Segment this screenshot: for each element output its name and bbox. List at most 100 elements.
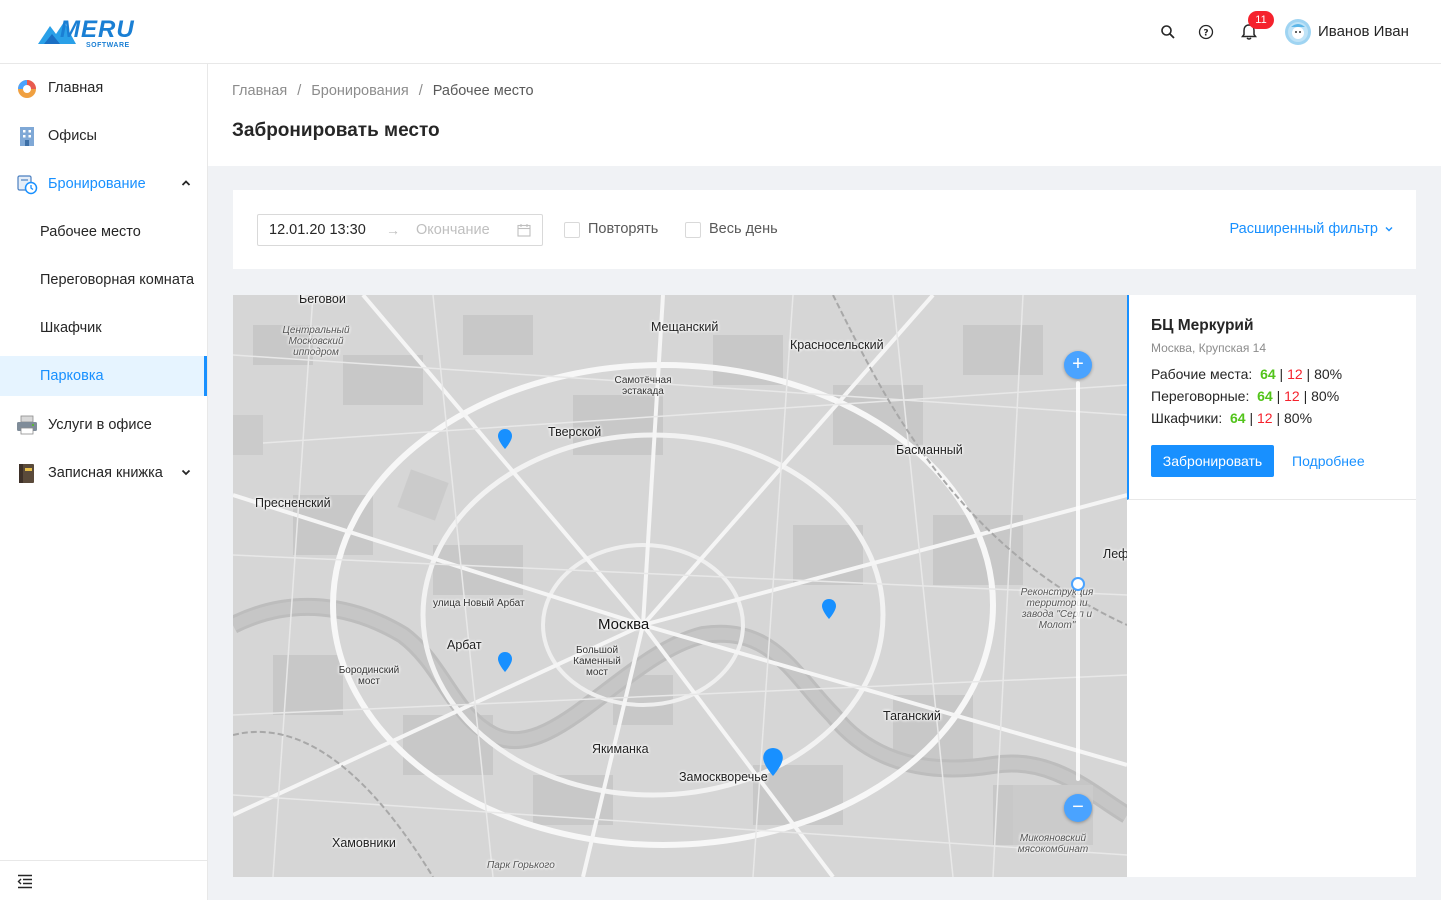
map-label-zamoskvorechye: Замоскворечье bbox=[679, 770, 768, 784]
sidebar-item-offices[interactable]: Офисы bbox=[0, 112, 207, 160]
map-label-khamovniki: Хамовники bbox=[332, 836, 396, 850]
breadcrumb-separator: / bbox=[297, 83, 302, 99]
sidebar-item-label: Бронирование bbox=[48, 176, 146, 192]
breadcrumb-current: Рабочее место bbox=[432, 83, 534, 99]
notebook-icon bbox=[19, 464, 34, 483]
stat-busy: 12 bbox=[1287, 366, 1303, 382]
stat-free: 64 bbox=[1260, 366, 1276, 382]
map-view[interactable]: Беговой Центральный Московский ипподром … bbox=[233, 295, 1127, 877]
repeat-checkbox[interactable] bbox=[564, 222, 580, 238]
map-label-moscow: Москва bbox=[598, 616, 650, 633]
map-pin-icon[interactable] bbox=[498, 652, 512, 672]
map-label-bolshoy-kamenny: Большой Каменный мост bbox=[573, 645, 621, 678]
details-link[interactable]: Подробнее bbox=[1292, 453, 1365, 469]
map-label-tagansky: Таганский bbox=[883, 709, 941, 723]
sidebar-subitem-label: Парковка bbox=[40, 368, 104, 384]
stat-label: Переговорные bbox=[1151, 388, 1246, 404]
zoom-slider-handle[interactable] bbox=[1071, 577, 1085, 591]
map-label-arbat: Арбат bbox=[447, 638, 482, 652]
sidebar-subitem-meeting-room[interactable]: Переговорная комната bbox=[0, 260, 207, 300]
breadcrumb: Главная / Бронирования / Рабочее место bbox=[232, 83, 534, 99]
stat-percent: 80% bbox=[1311, 388, 1340, 404]
avatar[interactable] bbox=[1285, 19, 1311, 45]
search-icon[interactable] bbox=[1158, 22, 1178, 42]
stat-free: 64 bbox=[1230, 410, 1246, 426]
sidebar-subitem-parking[interactable]: Парковка bbox=[0, 356, 207, 396]
logo-text: MERU bbox=[60, 16, 135, 43]
advanced-filter-label: Расширенный фильтр bbox=[1229, 221, 1378, 237]
stat-busy: 12 bbox=[1257, 410, 1273, 426]
map-pin-icon[interactable] bbox=[822, 599, 836, 619]
sidebar-footer bbox=[0, 860, 207, 900]
sidebar: Главная Офисы Бронирование Рабочее место… bbox=[0, 64, 208, 900]
sidebar-item-booking[interactable]: Бронирование bbox=[0, 160, 207, 208]
chevron-down-icon bbox=[181, 469, 191, 476]
map-label-tverskoy: Тверской bbox=[548, 425, 602, 439]
sidebar-subitem-label: Шкафчик bbox=[40, 320, 102, 336]
dashboard-icon bbox=[18, 80, 36, 98]
map-label-reconstruction: Реконструкция территории завода "Серп и … bbox=[1020, 587, 1094, 631]
filter-card: → Повторять Весь день Расширенный фильтр bbox=[233, 190, 1416, 269]
map-label-hippodrome: Центральный Московский ипподром bbox=[282, 325, 350, 358]
page-header: Главная / Бронирования / Рабочее место З… bbox=[208, 64, 1441, 166]
map-pin-icon[interactable] bbox=[498, 429, 512, 449]
stat-row-meeting-rooms: Переговорные: 64 | 12 | 80% bbox=[1151, 388, 1340, 404]
building-icon bbox=[20, 127, 34, 146]
calendar-icon[interactable] bbox=[517, 223, 531, 237]
sidebar-item-home[interactable]: Главная bbox=[0, 64, 207, 112]
sidebar-item-office-services[interactable]: Услуги в офисе bbox=[0, 401, 207, 449]
arrow-right-icon: → bbox=[386, 222, 400, 238]
repeat-label[interactable]: Повторять bbox=[588, 221, 658, 237]
booking-icon bbox=[17, 175, 38, 195]
sidebar-item-label: Записная книжка bbox=[48, 465, 163, 481]
map-label-begovoy: Беговой bbox=[299, 295, 346, 306]
date-range-picker[interactable]: → bbox=[257, 214, 543, 246]
page-title: Забронировать место bbox=[232, 120, 440, 141]
start-date-input[interactable] bbox=[269, 222, 379, 238]
user-name[interactable]: Иванов Иван bbox=[1318, 23, 1409, 40]
chevron-down-icon bbox=[1385, 227, 1393, 232]
office-card: БЦ Меркурий Москва, Крупская 14 Рабочие … bbox=[1127, 295, 1416, 500]
stat-row-workplaces: Рабочие места: 64 | 12 | 80% bbox=[1151, 366, 1343, 382]
notification-badge: 11 bbox=[1248, 11, 1274, 29]
help-icon[interactable]: ? bbox=[1196, 22, 1216, 42]
stat-label: Рабочие места bbox=[1151, 366, 1249, 382]
map-label-meshchansky: Мещанский bbox=[651, 320, 719, 334]
map-label-lef: Леф bbox=[1103, 547, 1127, 561]
top-header: MERU SOFTWARE ? 11 Иванов Иван bbox=[0, 0, 1441, 64]
sidebar-subitem-workplace[interactable]: Рабочее место bbox=[0, 212, 207, 252]
sidebar-item-label: Услуги в офисе bbox=[48, 417, 152, 433]
meru-logo[interactable]: MERU SOFTWARE bbox=[38, 16, 134, 52]
map-label-yakimanka: Якиманка bbox=[592, 742, 649, 756]
allday-label[interactable]: Весь день bbox=[709, 221, 778, 237]
chevron-up-icon bbox=[181, 180, 191, 186]
office-name: БЦ Меркурий bbox=[1151, 317, 1254, 334]
map-label-krasnoselsky: Красносельский bbox=[790, 338, 884, 352]
map-pin-selected-icon[interactable] bbox=[763, 748, 783, 776]
office-info-panel: БЦ Меркурий Москва, Крупская 14 Рабочие … bbox=[1127, 295, 1416, 877]
sidebar-item-notebook[interactable]: Записная книжка bbox=[0, 449, 207, 497]
allday-checkbox[interactable] bbox=[685, 222, 701, 238]
map-base-layer bbox=[233, 295, 1127, 877]
stat-percent: 80% bbox=[1284, 410, 1313, 426]
sidebar-subitem-label: Рабочее место bbox=[40, 224, 141, 240]
breadcrumb-home[interactable]: Главная bbox=[232, 83, 287, 99]
printer-icon bbox=[17, 415, 37, 435]
zoom-out-button[interactable]: − bbox=[1064, 794, 1092, 822]
sidebar-item-label: Офисы bbox=[48, 128, 97, 144]
stat-row-lockers: Шкафчики: 64 | 12 | 80% bbox=[1151, 410, 1313, 426]
zoom-in-button[interactable]: + bbox=[1064, 351, 1092, 379]
advanced-filter-toggle[interactable]: Расширенный фильтр bbox=[1229, 221, 1394, 237]
stat-percent: 80% bbox=[1314, 366, 1343, 382]
logo-subtext: SOFTWARE bbox=[86, 42, 130, 49]
sidebar-item-label: Главная bbox=[48, 80, 104, 96]
map-label-novy-arbat: улица Новый Арбат bbox=[433, 598, 525, 609]
menu-fold-icon[interactable] bbox=[17, 873, 33, 889]
end-date-input[interactable] bbox=[416, 222, 516, 238]
book-button[interactable]: Забронировать bbox=[1151, 445, 1274, 477]
breadcrumb-bookings[interactable]: Бронирования bbox=[311, 83, 408, 99]
sidebar-subitem-locker[interactable]: Шкафчик bbox=[0, 308, 207, 348]
stat-busy: 12 bbox=[1284, 388, 1300, 404]
map-label-presnensky: Пресненский bbox=[255, 496, 331, 510]
office-address: Москва, Крупская 14 bbox=[1151, 341, 1267, 355]
